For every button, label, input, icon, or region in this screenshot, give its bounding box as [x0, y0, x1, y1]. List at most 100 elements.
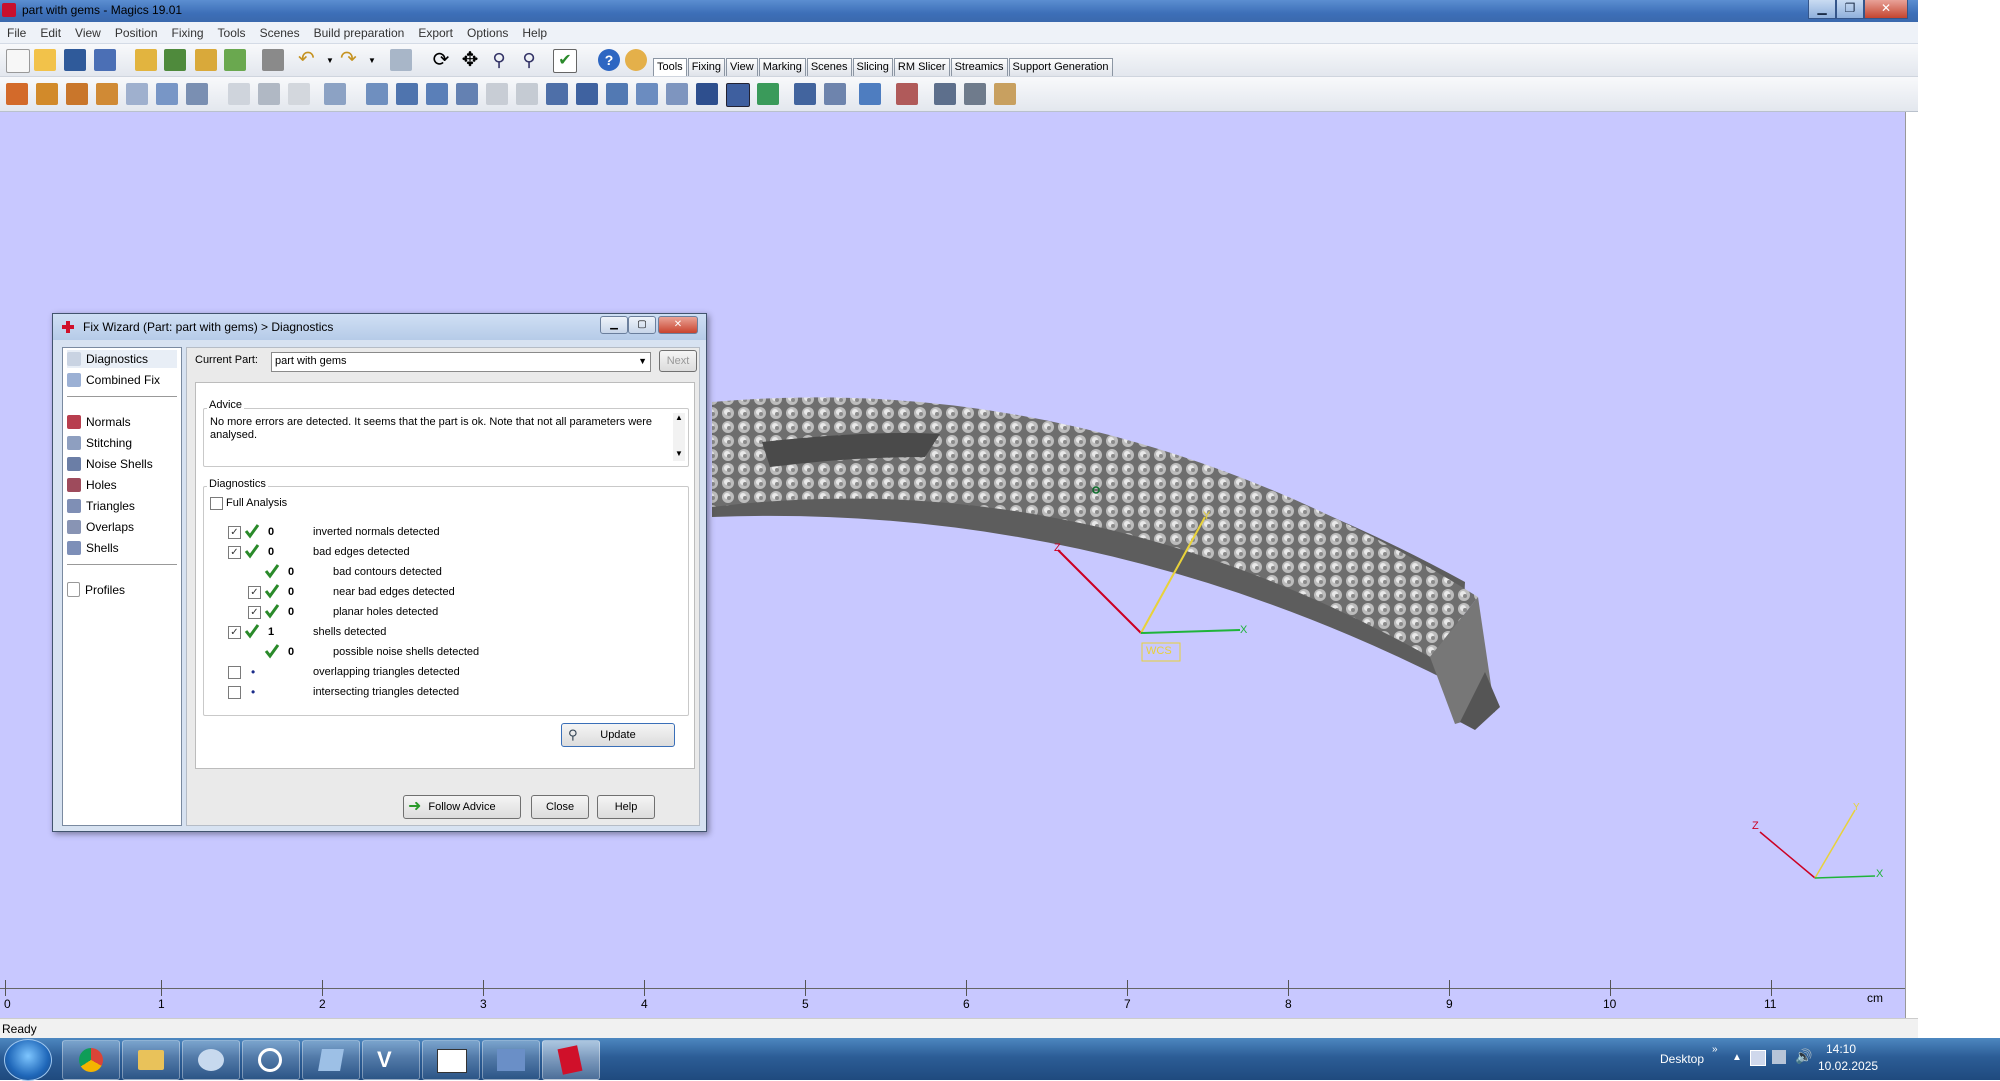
help-button[interactable]: Help	[597, 795, 655, 819]
near-bad-edges-checkbox[interactable]: ✓	[248, 586, 261, 599]
scroll-down-icon[interactable]: ▼	[675, 449, 683, 458]
magics-taskbar-icon[interactable]	[542, 1040, 600, 1080]
cut-icon[interactable]	[228, 83, 250, 105]
volume-icon[interactable]: 🔊	[1795, 1048, 1812, 1065]
settings-icon[interactable]	[934, 83, 956, 105]
app2-taskbar-icon[interactable]	[302, 1040, 360, 1080]
extrude-icon[interactable]	[576, 83, 598, 105]
close-button[interactable]: Close	[531, 795, 589, 819]
repair-icon[interactable]	[896, 83, 918, 105]
offset-icon[interactable]	[426, 83, 448, 105]
box-icon[interactable]	[696, 83, 718, 105]
app3-taskbar-icon[interactable]: V	[362, 1040, 420, 1080]
app-taskbar-icon[interactable]	[242, 1040, 300, 1080]
menu-options[interactable]: Options	[460, 22, 515, 42]
menu-tools[interactable]: Tools	[211, 22, 253, 42]
sparsify-icon[interactable]	[824, 83, 846, 105]
menu-file[interactable]: File	[0, 22, 33, 42]
app5-taskbar-icon[interactable]	[482, 1040, 540, 1080]
tab-view[interactable]: View	[726, 58, 758, 76]
rotate-part-icon[interactable]	[96, 83, 118, 105]
clock-date[interactable]: 10.02.2025	[1818, 1059, 1878, 1073]
hollow-icon[interactable]	[324, 83, 346, 105]
tab-tools[interactable]: Tools	[653, 58, 687, 76]
boolean-icon[interactable]	[396, 83, 418, 105]
dialog-maximize-button[interactable]: ▢	[628, 316, 656, 334]
nav-combined-fix[interactable]: Combined Fix	[67, 371, 177, 389]
pan-icon[interactable]: ✥	[459, 50, 481, 72]
zoom-icon[interactable]: ⚲	[488, 50, 510, 72]
help-icon[interactable]: ?	[598, 49, 620, 71]
nav-diagnostics[interactable]: Diagnostics	[67, 350, 177, 368]
rotate-view-icon[interactable]: ⟳	[430, 50, 452, 72]
menu-scenes[interactable]: Scenes	[253, 22, 307, 42]
menu-edit[interactable]: Edit	[33, 22, 68, 42]
nav-normals[interactable]: Normals	[67, 413, 177, 431]
dialog-minimize-button[interactable]: ▁	[600, 316, 628, 334]
start-button[interactable]	[4, 1039, 52, 1081]
minimize-button[interactable]: ▁	[1808, 0, 1836, 19]
open-folder-icon[interactable]	[34, 49, 56, 71]
open-part-icon[interactable]	[195, 49, 217, 71]
planar-holes-checkbox[interactable]: ✓	[248, 606, 261, 619]
tab-rm-slicer[interactable]: RM Slicer	[893, 58, 950, 76]
cube-icon[interactable]	[859, 83, 881, 105]
unload-part-icon[interactable]	[224, 49, 246, 71]
shells-checkbox[interactable]: ✓	[228, 626, 241, 639]
nav-noise-shells[interactable]: Noise Shells	[67, 455, 177, 473]
shell-icon[interactable]	[546, 83, 568, 105]
advice-scrollbar[interactable]: ▲ ▼	[673, 413, 685, 461]
tab-slicing[interactable]: Slicing	[852, 58, 893, 76]
duplicate-icon[interactable]	[186, 83, 208, 105]
app4-taskbar-icon[interactable]	[422, 1040, 480, 1080]
chrome-taskbar-icon[interactable]	[62, 1040, 120, 1080]
full-analysis-checkbox[interactable]	[210, 497, 223, 510]
current-part-select[interactable]: part with gems ▼	[271, 352, 651, 372]
translate-icon[interactable]	[6, 83, 28, 105]
menu-help[interactable]: Help	[515, 22, 554, 42]
user-icon[interactable]	[625, 49, 647, 71]
follow-advice-button[interactable]: ➜ Follow Advice	[403, 795, 521, 819]
intersecting-triangles-checkbox[interactable]	[228, 686, 241, 699]
menu-position[interactable]: Position	[108, 22, 165, 42]
layers-icon[interactable]	[964, 83, 986, 105]
smooth-icon[interactable]	[606, 83, 628, 105]
redo-dropdown-icon[interactable]: ▼	[368, 56, 376, 65]
menu-build-preparation[interactable]: Build preparation	[307, 22, 412, 42]
inverted-normals-checkbox[interactable]: ✓	[228, 526, 241, 539]
print-icon[interactable]	[262, 49, 284, 71]
nav-stitching[interactable]: Stitching	[67, 434, 177, 452]
section-icon[interactable]	[486, 83, 508, 105]
update-button[interactable]: ⚲ Update	[561, 723, 675, 747]
overlapping-triangles-checkbox[interactable]	[228, 666, 241, 679]
chevron-right-icon[interactable]: »	[1712, 1044, 1718, 1055]
tab-fixing[interactable]: Fixing	[687, 58, 726, 76]
redo-icon[interactable]: ↷	[340, 49, 360, 69]
menu-view[interactable]: View	[68, 22, 108, 42]
split-icon[interactable]	[757, 83, 779, 105]
surface-icon[interactable]	[666, 83, 688, 105]
nav-shells[interactable]: Shells	[67, 539, 177, 557]
right-side-panel-tab[interactable]	[1905, 112, 1919, 1020]
bad-edges-checkbox[interactable]: ✓	[228, 546, 241, 559]
nav-holes[interactable]: Holes	[67, 476, 177, 494]
undo-dropdown-icon[interactable]: ▼	[326, 56, 334, 65]
tray-expand-icon[interactable]: ▲	[1732, 1052, 1742, 1063]
load-part-icon[interactable]	[164, 49, 186, 71]
tab-streamics[interactable]: Streamics	[950, 58, 1008, 76]
tab-support-generation[interactable]: Support Generation	[1008, 58, 1113, 76]
mirror-icon[interactable]	[126, 83, 148, 105]
move-icon[interactable]	[36, 83, 58, 105]
undo-icon[interactable]: ↶	[298, 49, 318, 69]
save-icon[interactable]	[64, 49, 86, 71]
zoom-window-icon[interactable]: ⚲	[518, 50, 540, 72]
nav-overlaps[interactable]: Overlaps	[67, 518, 177, 536]
report-icon[interactable]	[994, 83, 1016, 105]
nav-profiles[interactable]: Profiles	[67, 581, 177, 599]
save-as-icon[interactable]	[94, 49, 116, 71]
close-window-button[interactable]: ✕	[1864, 0, 1908, 19]
flag-icon[interactable]	[1750, 1050, 1766, 1066]
frame-icon[interactable]	[726, 83, 750, 107]
new-file-icon[interactable]	[6, 49, 30, 73]
sweep-icon[interactable]	[636, 83, 658, 105]
